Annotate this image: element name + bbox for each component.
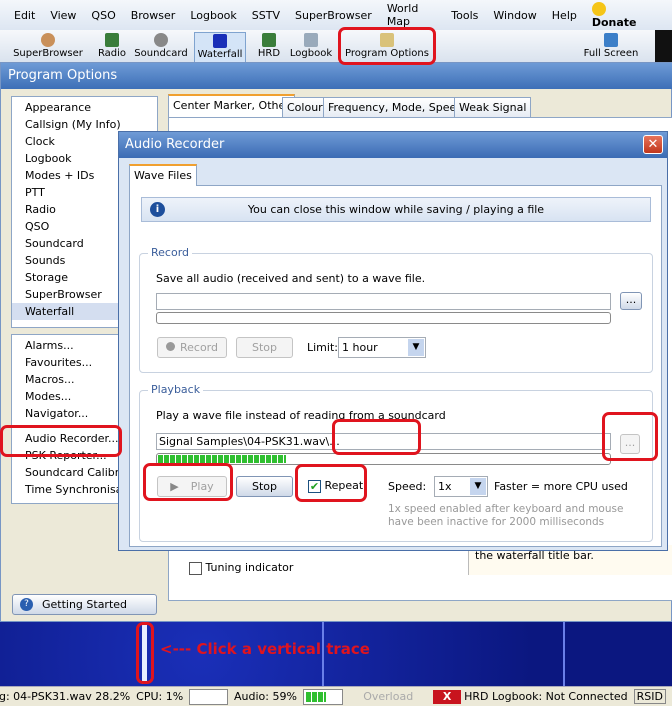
signal-trace bbox=[563, 622, 565, 686]
chevron-down-icon: ▼ bbox=[408, 339, 424, 356]
checkbox-box bbox=[189, 561, 202, 575]
hrd-icon bbox=[262, 33, 276, 47]
tab-colour[interactable]: Colour bbox=[282, 97, 328, 117]
speed-note: Faster = more CPU used bbox=[494, 480, 628, 493]
status-bar: g: 04-PSK31.wav 28.2% CPU: 1% Audio: 59%… bbox=[0, 686, 672, 706]
menu-edit[interactable]: Edit bbox=[14, 9, 35, 22]
record-progress-bar bbox=[156, 312, 611, 324]
speed-label: Speed: bbox=[388, 480, 427, 493]
menu-help[interactable]: Help bbox=[552, 9, 577, 22]
superbrowser-icon bbox=[41, 33, 55, 47]
status-audio: Audio: 59% bbox=[234, 690, 297, 703]
annotation-text: <--- Click a vertical trace bbox=[160, 640, 370, 658]
menu-superbrowser[interactable]: SuperBrowser bbox=[295, 9, 372, 22]
highlight-program-options bbox=[338, 27, 436, 65]
list-item-appearance[interactable]: Appearance bbox=[12, 99, 157, 116]
limit-label: Limit: bbox=[307, 341, 338, 354]
speed-select[interactable]: 1x ▼ bbox=[434, 476, 488, 497]
menu-window[interactable]: Window bbox=[493, 9, 536, 22]
record-icon bbox=[165, 342, 175, 351]
limit-select[interactable]: 1 hour ▼ bbox=[338, 337, 426, 358]
soundcard-button[interactable]: Soundcard bbox=[132, 32, 190, 63]
highlight-browse bbox=[602, 412, 658, 461]
menu-logbook[interactable]: Logbook bbox=[190, 9, 236, 22]
superbrowser-button[interactable]: SuperBrowser bbox=[10, 32, 86, 63]
full-screen-button[interactable]: Full Screen bbox=[578, 32, 644, 63]
speaker-icon bbox=[154, 33, 168, 47]
highlight-audio-recorder bbox=[0, 425, 122, 457]
record-file-input[interactable] bbox=[156, 293, 611, 310]
logbook-icon bbox=[304, 33, 318, 47]
menu-world-map[interactable]: World Map bbox=[387, 2, 436, 28]
radio-icon bbox=[105, 33, 119, 47]
status-hrd-logbook: HRD Logbook: Not Connected bbox=[464, 690, 628, 703]
highlight-repeat bbox=[295, 464, 367, 502]
waterfall-display[interactable]: <--- Click a vertical trace bbox=[0, 622, 672, 686]
hrd-button[interactable]: HRD bbox=[254, 32, 284, 63]
menu-bar: Edit View QSO Browser Logbook SSTV Super… bbox=[0, 0, 672, 30]
waterfall-button[interactable]: Waterfall bbox=[194, 32, 246, 63]
menu-browser[interactable]: Browser bbox=[131, 9, 176, 22]
record-button[interactable]: Record bbox=[157, 337, 227, 358]
status-cpu: CPU: 1% bbox=[136, 690, 184, 703]
close-button[interactable]: ✕ bbox=[643, 135, 663, 154]
smiley-icon bbox=[591, 1, 606, 16]
tab-center-marker[interactable]: Center Marker, Other bbox=[168, 94, 295, 117]
playback-stop-button[interactable]: Stop bbox=[236, 476, 293, 497]
full-screen-icon bbox=[604, 33, 618, 47]
menu-sstv[interactable]: SSTV bbox=[252, 9, 280, 22]
info-bar: i You can close this window while saving… bbox=[141, 197, 651, 222]
menu-view[interactable]: View bbox=[50, 9, 76, 22]
record-stop-button[interactable]: Stop bbox=[236, 337, 293, 358]
audio-recorder-title: Audio Recorder bbox=[119, 132, 667, 158]
getting-started-button[interactable]: ? Getting Started bbox=[12, 594, 157, 615]
logbook-button[interactable]: Logbook bbox=[288, 32, 334, 63]
status-playing: g: 04-PSK31.wav 28.2% bbox=[0, 690, 131, 703]
record-browse-button[interactable]: ... bbox=[620, 292, 642, 310]
tab-weak-signal[interactable]: Weak Signal bbox=[454, 97, 532, 117]
radio-button[interactable]: Radio bbox=[96, 32, 128, 63]
tab-frequency-mode-speed[interactable]: Frequency, Mode, Speed bbox=[323, 97, 469, 117]
audio-meter-fill bbox=[305, 691, 327, 702]
tuning-indicator-checkbox[interactable]: Tuning indicator bbox=[189, 561, 293, 575]
rsid-button[interactable]: RSID bbox=[633, 689, 666, 704]
donate-button[interactable]: Donate bbox=[591, 1, 657, 29]
tab-wave-files[interactable]: Wave Files bbox=[129, 164, 197, 186]
waterfall-icon bbox=[213, 34, 227, 48]
highlight-play bbox=[143, 463, 233, 501]
disconnected-icon: X bbox=[433, 689, 462, 704]
record-description: Save all audio (received and sent) to a … bbox=[156, 272, 426, 285]
speed-help: 1x speed enabled after keyboard and mous… bbox=[388, 503, 624, 528]
cpu-meter bbox=[189, 688, 229, 705]
record-group: Record Save all audio (received and sent… bbox=[139, 246, 653, 373]
close-icon: ✕ bbox=[647, 137, 659, 152]
program-options-title: Program Options bbox=[1, 63, 672, 89]
status-overload: Overload bbox=[363, 690, 414, 703]
audio-meter bbox=[302, 688, 344, 705]
info-icon: i bbox=[150, 202, 165, 217]
chevron-down-icon: ▼ bbox=[470, 478, 486, 495]
toolbar: SuperBrowser Radio Soundcard Waterfall H… bbox=[0, 30, 672, 63]
playback-progress-fill bbox=[158, 455, 286, 463]
highlight-trace bbox=[136, 622, 154, 684]
menu-tools[interactable]: Tools bbox=[451, 9, 478, 22]
highlight-filename bbox=[332, 419, 421, 455]
menu-qso[interactable]: QSO bbox=[91, 9, 115, 22]
help-icon: ? bbox=[20, 598, 33, 611]
toolbar-dark-edge bbox=[655, 30, 672, 63]
